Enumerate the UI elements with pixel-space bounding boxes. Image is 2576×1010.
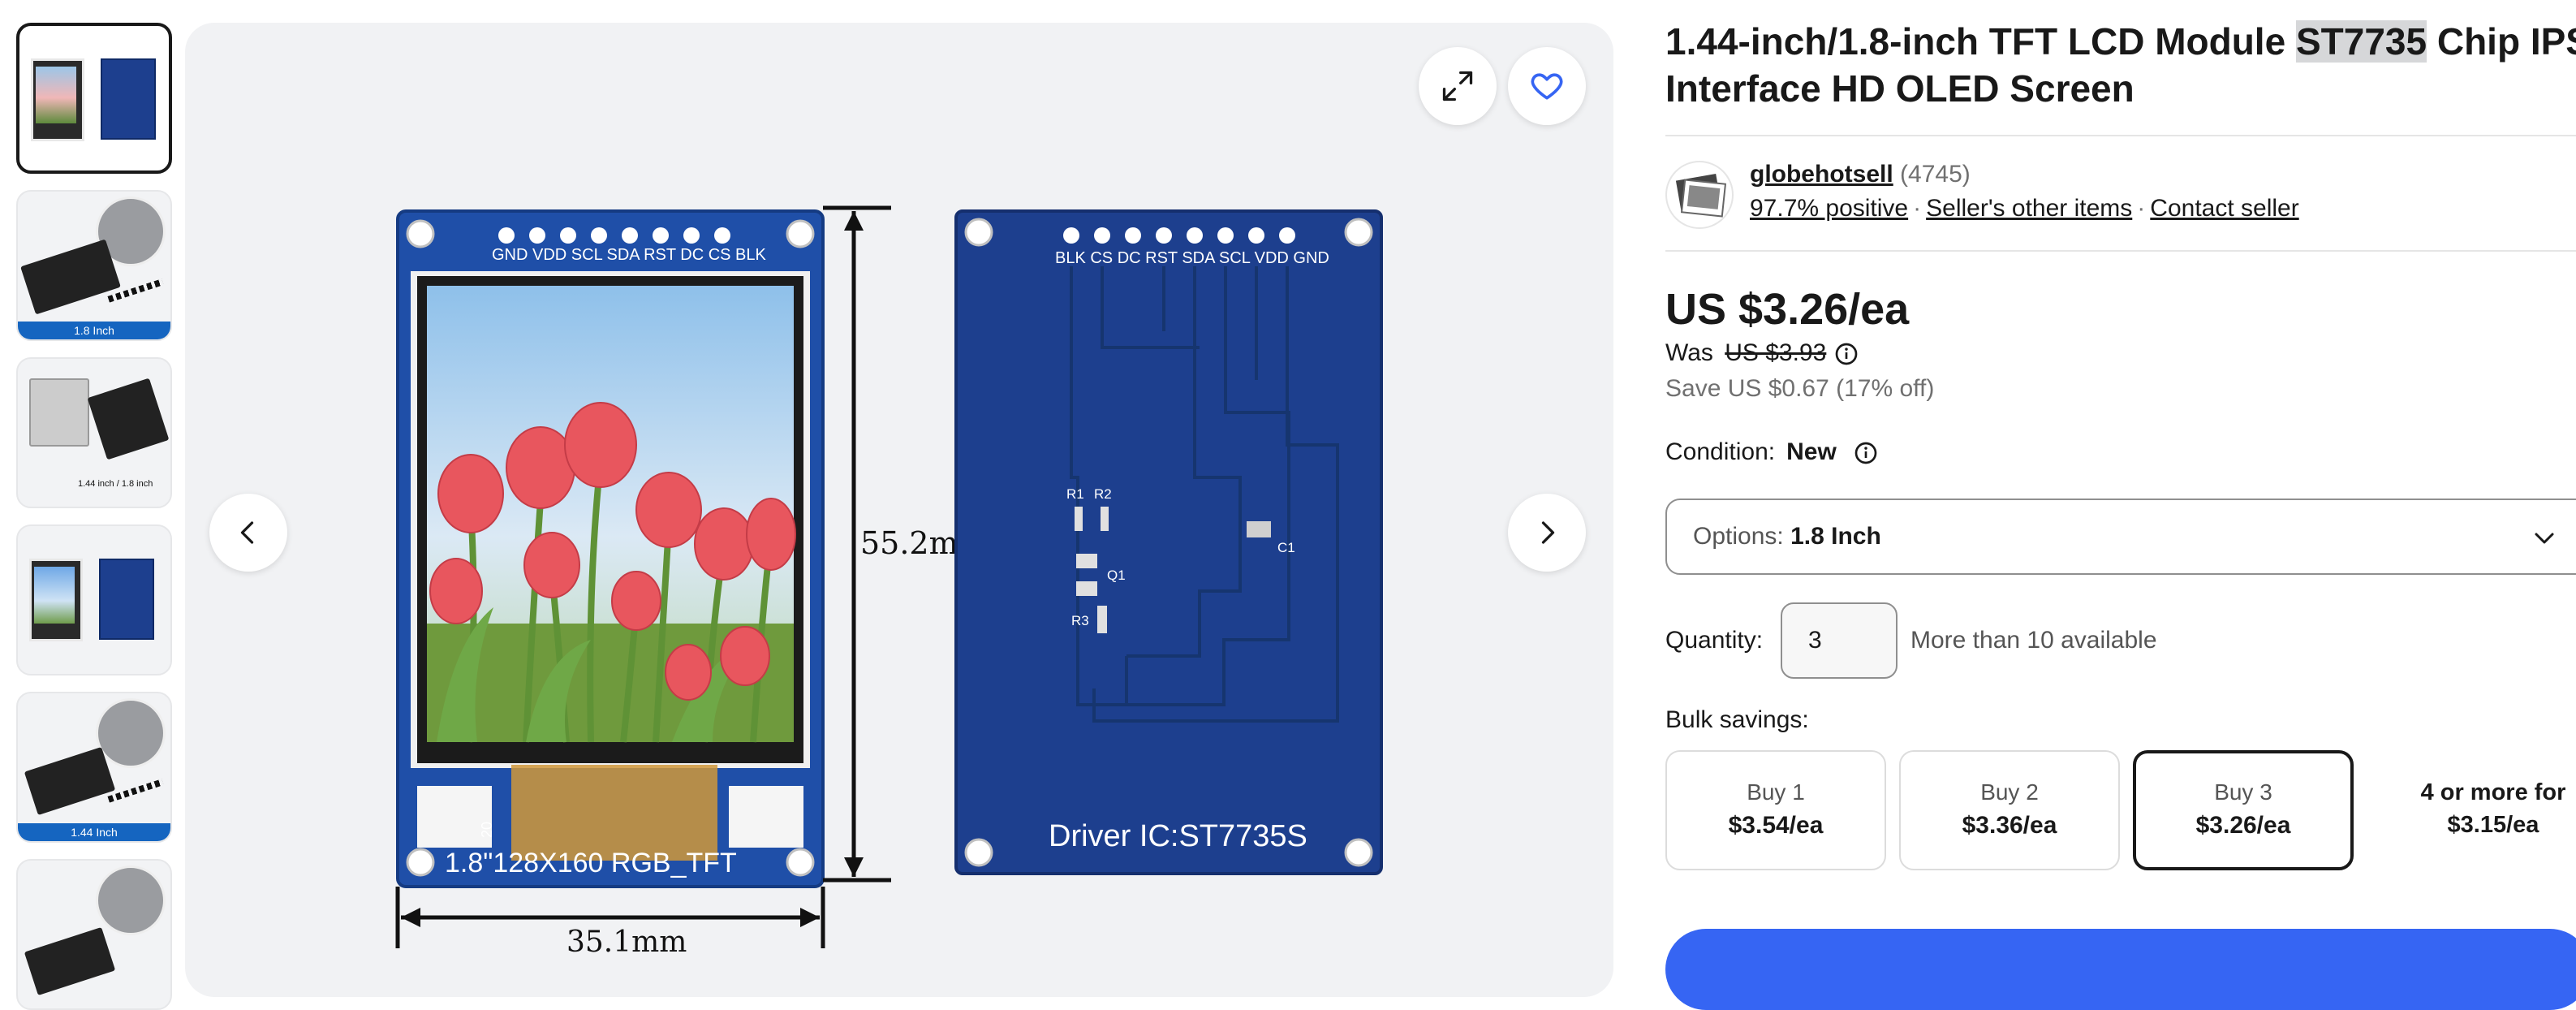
- bulk-more-line-2: $3.15/ea: [2447, 812, 2539, 838]
- component-label-c1: C1: [1277, 540, 1295, 555]
- chevron-down-icon: [2535, 533, 2554, 544]
- add-to-watchlist-button[interactable]: [1508, 47, 1586, 125]
- bulk-option-quantity: Buy 2: [1980, 779, 2039, 805]
- bulk-option-quantity: Buy 1: [1747, 779, 1805, 805]
- buy-it-now-button[interactable]: [1665, 929, 2576, 1010]
- component-label-r2: R2: [1094, 486, 1112, 502]
- was-label: Was: [1665, 339, 1713, 366]
- back-board: BLK CS DC RST SDA SCL VDD GND R1 R2 Q1 R…: [954, 209, 1383, 875]
- title-line-2: Interface HD OLED Screen: [1665, 67, 2134, 110]
- separator-dot: ·: [1913, 195, 1922, 222]
- front-bottom-text: 1.8"128X160 RGB_TFT: [445, 848, 737, 878]
- bulk-savings-label: Bulk savings:: [1665, 706, 1809, 733]
- separator-dot: ·: [2137, 195, 2146, 222]
- component-label-r3: R3: [1071, 613, 1089, 628]
- sellers-other-items-link[interactable]: Seller's other items: [1926, 195, 2132, 222]
- positive-feedback-link[interactable]: 97.7% positive: [1750, 195, 1908, 222]
- quantity-input[interactable]: [1781, 602, 1898, 679]
- next-image-button[interactable]: [1508, 494, 1586, 572]
- previous-image-button[interactable]: [209, 494, 287, 572]
- bulk-option-price: $3.26/ea: [2195, 812, 2291, 839]
- divider: [1665, 250, 2576, 252]
- thumbnail-6[interactable]: [16, 859, 172, 1010]
- bulk-option-quantity: Buy 3: [2214, 779, 2272, 805]
- thumb-pins: [107, 779, 164, 803]
- thumb-photo: [36, 67, 76, 123]
- seller-logo: [1675, 173, 1727, 218]
- condition-row: Condition: New: [1665, 438, 1879, 466]
- listing-details-panel: 1.44-inch/1.8-inch TFT LCD Module ST7735…: [1665, 0, 2576, 1010]
- seller-name-row: globehotsell (4745): [1750, 161, 1971, 188]
- options-label: Options:: [1693, 523, 1784, 550]
- seller-links-row: 97.7% positive · Seller's other items · Cont…: [1750, 195, 2299, 222]
- thumbnail-2[interactable]: 1.8 Inch: [16, 190, 172, 341]
- item-price: US $3.26/ea: [1665, 285, 1910, 334]
- thumb-overlay-text: 1.44 inch / 1.8 inch: [78, 479, 153, 489]
- chevron-right-icon: [1541, 521, 1555, 544]
- fullscreen-button[interactable]: [1419, 47, 1497, 125]
- thumbnail-5[interactable]: 1.44 Inch: [16, 692, 172, 843]
- back-pin-labels: BLK CS DC RST SDA SCL VDD GND: [1055, 249, 1329, 267]
- thumb-photo: [34, 567, 75, 624]
- was-price-row: Was US $3.93: [1665, 339, 1859, 367]
- availability-text: More than 10 available: [1910, 627, 2157, 654]
- contact-seller-link[interactable]: Contact seller: [2150, 195, 2298, 222]
- expand-icon: [1442, 71, 1473, 101]
- thumbnail-1[interactable]: [16, 23, 172, 174]
- bulk-option-4-or-more[interactable]: 4 or more for $3.15/ea: [2396, 776, 2576, 841]
- front-pcb-number: 20: [479, 822, 495, 838]
- seller-feedback-count: (4745): [1900, 161, 1971, 188]
- was-price: US $3.93: [1725, 339, 1827, 366]
- thumbnail-4[interactable]: [16, 524, 172, 675]
- heart-icon: [1531, 73, 1563, 100]
- divider: [1665, 135, 2576, 136]
- thumb-module: [87, 378, 170, 460]
- thumb-module: [24, 926, 116, 996]
- thumbnail-3[interactable]: 1.44 inch / 1.8 inch: [16, 357, 172, 508]
- bulk-option-buy-3[interactable]: Buy 3 $3.26/ea: [2133, 750, 2354, 870]
- savings-text: Save US $0.67 (17% off): [1665, 375, 1935, 402]
- component-label-r1: R1: [1066, 486, 1084, 502]
- thumb-detail-circle: [96, 698, 166, 768]
- condition-label: Condition:: [1665, 438, 1776, 465]
- thumb-module: [24, 746, 116, 816]
- seller-name-link[interactable]: globehotsell: [1750, 161, 1893, 188]
- thumb-detail-circle: [96, 865, 166, 935]
- product-image: GND VDD SCL SDA RST DC CS BLK 20 1.8"128…: [395, 205, 1383, 959]
- thumb-case: [29, 378, 89, 447]
- front-pin-labels: GND VDD SCL SDA RST DC CS BLK: [492, 246, 767, 264]
- bulk-option-buy-1[interactable]: Buy 1 $3.54/ea: [1665, 750, 1886, 870]
- bulk-option-price: $3.54/ea: [1728, 812, 1824, 839]
- info-icon[interactable]: [1833, 341, 1859, 367]
- seller-avatar[interactable]: [1665, 161, 1734, 229]
- thumb-module: [20, 239, 121, 315]
- title-highlight: ST7735: [2295, 20, 2427, 63]
- thumb-pcb: [101, 58, 156, 140]
- bulk-option-buy-2[interactable]: Buy 2 $3.36/ea: [1899, 750, 2120, 870]
- thumb-pcb: [99, 559, 154, 640]
- options-select[interactable]: Options: 1.8 Inch: [1665, 499, 2576, 575]
- thumbnail-caption: 1.8 Inch: [18, 322, 170, 339]
- options-selected-value: 1.8 Inch: [1790, 523, 1881, 550]
- quantity-label: Quantity:: [1665, 627, 1764, 654]
- width-dimension-label: 35.1mm: [566, 926, 687, 959]
- title-part-2: Chip IPS: [2427, 20, 2576, 63]
- chevron-left-icon: [240, 521, 254, 544]
- component-label-q1: Q1: [1107, 568, 1126, 583]
- bulk-option-price: $3.36/ea: [1962, 812, 2057, 839]
- listing-title: 1.44-inch/1.8-inch TFT LCD Module ST7735…: [1665, 18, 2576, 112]
- condition-value: New: [1786, 438, 1837, 465]
- bulk-more-line-1: 4 or more for: [2420, 779, 2566, 805]
- driver-ic-text: Driver IC:ST7735S: [1049, 819, 1307, 853]
- title-part-1: 1.44-inch/1.8-inch TFT LCD Module: [1665, 20, 2296, 63]
- thumbnail-caption: 1.44 Inch: [18, 823, 170, 841]
- main-image-gallery: GND VDD SCL SDA RST DC CS BLK 20 1.8"128…: [185, 23, 1613, 997]
- info-icon[interactable]: [1853, 440, 1879, 466]
- front-board: GND VDD SCL SDA RST DC CS BLK 20 1.8"128…: [396, 209, 825, 888]
